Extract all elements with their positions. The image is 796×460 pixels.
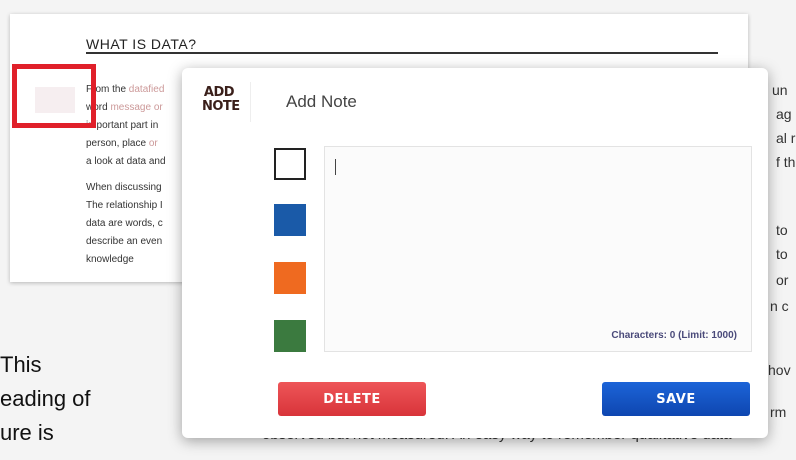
dialog-title: Add Note <box>286 92 357 111</box>
edge-text-fragment: al r <box>776 130 796 146</box>
header-divider <box>250 82 251 122</box>
add-note-dialog: ADD NOTE Add Note Characters: 0 (Limit: … <box>182 68 768 438</box>
color-swatch-white[interactable] <box>274 148 306 180</box>
left-edge-text: This <box>0 352 42 377</box>
edge-text-fragment: un <box>772 82 788 98</box>
document-text-line: important part in <box>86 120 159 131</box>
edge-text-fragment: f th <box>776 154 796 170</box>
edge-text-fragment: ag <box>776 106 792 122</box>
note-textarea[interactable]: Characters: 0 (Limit: 1000) <box>324 146 752 352</box>
character-count: Characters: 0 (Limit: 1000) <box>611 330 737 341</box>
document-text-line: The relationship I <box>86 200 163 211</box>
color-swatch-blue[interactable] <box>274 204 306 236</box>
delete-button[interactable]: DELETE <box>278 382 426 416</box>
document-text-line: describe an even <box>86 236 163 247</box>
document-heading: WHAT IS DATA? <box>86 36 197 52</box>
edge-text-fragment: to <box>776 246 788 262</box>
left-edge-text: eading of <box>0 386 91 411</box>
document-text-line: word message or <box>86 102 163 113</box>
document-text-line: person, place or <box>86 138 158 149</box>
edge-text-fragment: hov <box>768 362 791 378</box>
save-button[interactable]: SAVE <box>602 382 750 416</box>
text-caret <box>335 159 336 175</box>
edge-text-fragment: to <box>776 222 788 238</box>
left-edge-text: ure is <box>0 420 54 445</box>
document-text-line: When discussing <box>86 182 162 193</box>
edge-text-fragment: or <box>776 272 789 288</box>
document-text-line: knowledge <box>86 254 134 265</box>
document-text-line: a look at data and <box>86 156 166 167</box>
document-text-line: From the datafied <box>86 84 165 95</box>
edge-text-fragment: rm <box>770 404 787 420</box>
document-text-line: data are words, c <box>86 218 163 229</box>
highlight-annotation-box[interactable] <box>12 64 96 128</box>
color-swatch-green[interactable] <box>274 320 306 352</box>
heading-rule <box>86 52 718 54</box>
edge-text-fragment: n c <box>770 298 789 314</box>
highlight-fill <box>35 87 75 113</box>
add-note-logo: ADD NOTE <box>202 85 240 114</box>
color-swatch-orange[interactable] <box>274 262 306 294</box>
